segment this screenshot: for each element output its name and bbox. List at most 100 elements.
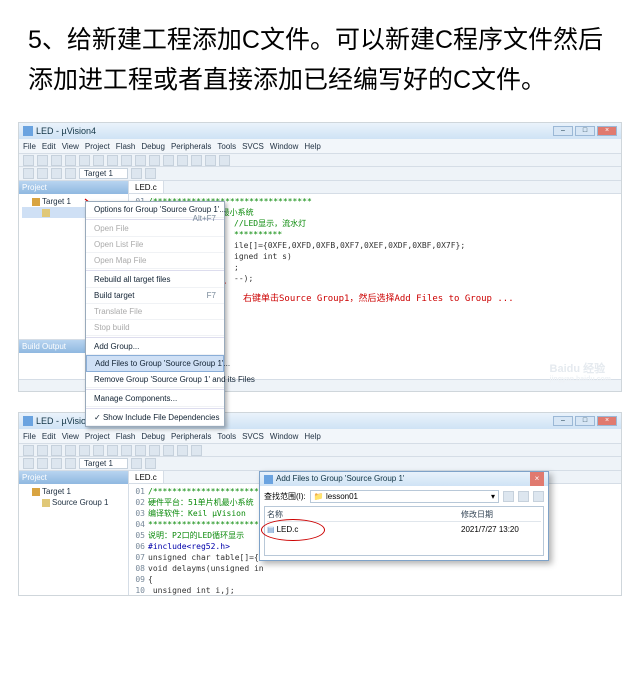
- ctx-stop[interactable]: Stop build: [86, 320, 224, 336]
- tool-button[interactable]: [37, 168, 48, 179]
- tool-button[interactable]: [145, 168, 156, 179]
- tool-button[interactable]: [107, 445, 118, 456]
- tool-button[interactable]: [191, 445, 202, 456]
- menu-peripherals[interactable]: Peripherals: [171, 432, 211, 441]
- maximize-button[interactable]: □: [575, 126, 595, 136]
- tool-button[interactable]: [51, 445, 62, 456]
- tool-button[interactable]: [79, 155, 90, 166]
- ctx-open-file[interactable]: Open File: [86, 221, 224, 237]
- ctx-rebuild[interactable]: Rebuild all target files: [86, 272, 224, 288]
- tool-button[interactable]: [93, 155, 104, 166]
- ctx-options[interactable]: Options for Group 'Source Group 1'... Al…: [86, 202, 224, 218]
- tool-button[interactable]: [163, 445, 174, 456]
- tool-button[interactable]: [65, 168, 76, 179]
- tool-button[interactable]: [149, 155, 160, 166]
- menu-svcs[interactable]: SVCS: [242, 142, 264, 151]
- editor-tab[interactable]: LED.c: [129, 181, 164, 193]
- menu-tools[interactable]: Tools: [217, 142, 236, 151]
- tool-button[interactable]: [65, 155, 76, 166]
- tool-button[interactable]: [135, 155, 146, 166]
- tool-button[interactable]: [37, 458, 48, 469]
- tool-button[interactable]: [205, 155, 216, 166]
- menu-file[interactable]: File: [23, 432, 36, 441]
- tool-button[interactable]: [163, 155, 174, 166]
- maximize-button[interactable]: □: [575, 416, 595, 426]
- ctx-build[interactable]: Build targetF7: [86, 288, 224, 304]
- tool-button[interactable]: [121, 445, 132, 456]
- ctx-remove-group[interactable]: Remove Group 'Source Group 1' and its Fi…: [86, 372, 224, 388]
- tool-button[interactable]: [131, 458, 142, 469]
- tool-button[interactable]: [51, 458, 62, 469]
- menubar: File Edit View Project Flash Debug Perip…: [19, 429, 621, 443]
- menu-view[interactable]: View: [62, 432, 79, 441]
- menu-project[interactable]: Project: [85, 432, 110, 441]
- tool-button[interactable]: [23, 445, 34, 456]
- menu-edit[interactable]: Edit: [42, 142, 56, 151]
- project-tree[interactable]: Target 1 Source Group 1: [19, 484, 128, 595]
- menu-debug[interactable]: Debug: [141, 142, 165, 151]
- look-in-dropdown[interactable]: 📁 lesson01 ▾: [310, 490, 499, 503]
- menu-flash[interactable]: Flash: [116, 142, 136, 151]
- menu-svcs[interactable]: SVCS: [242, 432, 264, 441]
- new-folder-button[interactable]: [518, 491, 529, 502]
- ctx-add-files[interactable]: Add Files to Group 'Source Group 1'...: [86, 355, 224, 372]
- tool-button[interactable]: [121, 155, 132, 166]
- tool-button[interactable]: [191, 155, 202, 166]
- file-list[interactable]: 名称 修改日期 ▤ LED.c 2021/7/27 13:20: [264, 506, 544, 556]
- menu-flash[interactable]: Flash: [116, 432, 136, 441]
- tool-button[interactable]: [37, 155, 48, 166]
- tool-button[interactable]: [135, 445, 146, 456]
- menu-file[interactable]: File: [23, 142, 36, 151]
- ctx-open-map[interactable]: Open Map File: [86, 253, 224, 269]
- ctx-manage[interactable]: Manage Components...: [86, 391, 224, 407]
- target-selector[interactable]: Target 1: [79, 168, 128, 179]
- tool-button[interactable]: [79, 445, 90, 456]
- tool-button[interactable]: [219, 155, 230, 166]
- editor-tab[interactable]: LED.c: [129, 471, 164, 483]
- dialog-close-button[interactable]: ×: [530, 472, 544, 486]
- up-button[interactable]: [503, 491, 514, 502]
- tool-button[interactable]: [51, 155, 62, 166]
- tool-button[interactable]: [177, 155, 188, 166]
- menu-window[interactable]: Window: [270, 432, 298, 441]
- target-selector[interactable]: Target 1: [79, 458, 128, 469]
- col-date[interactable]: 修改日期: [461, 509, 541, 520]
- menu-tools[interactable]: Tools: [217, 432, 236, 441]
- minimize-button[interactable]: –: [553, 416, 573, 426]
- menu-peripherals[interactable]: Peripherals: [171, 142, 211, 151]
- view-button[interactable]: [533, 491, 544, 502]
- close-button[interactable]: ×: [597, 416, 617, 426]
- file-entry[interactable]: ▤ LED.c 2021/7/27 13:20: [267, 525, 541, 534]
- ctx-translate[interactable]: Translate File: [86, 304, 224, 320]
- menu-project[interactable]: Project: [85, 142, 110, 151]
- ctx-open-list[interactable]: Open List File: [86, 237, 224, 253]
- tool-button[interactable]: [23, 458, 34, 469]
- menu-help[interactable]: Help: [304, 142, 320, 151]
- menu-debug[interactable]: Debug: [141, 432, 165, 441]
- tool-button[interactable]: [177, 445, 188, 456]
- tool-button[interactable]: [23, 168, 34, 179]
- tool-button[interactable]: [107, 155, 118, 166]
- tool-button[interactable]: [149, 445, 160, 456]
- ctx-add-group[interactable]: Add Group...: [86, 339, 224, 355]
- tool-button[interactable]: [93, 445, 104, 456]
- menu-view[interactable]: View: [62, 142, 79, 151]
- editor-tabstrip: LED.c: [129, 181, 621, 194]
- menu-window[interactable]: Window: [270, 142, 298, 151]
- tool-button[interactable]: [23, 155, 34, 166]
- file-date: 2021/7/27 13:20: [461, 525, 541, 534]
- tool-button[interactable]: [37, 445, 48, 456]
- tree-target[interactable]: Target 1: [22, 486, 125, 497]
- tool-button[interactable]: [131, 168, 142, 179]
- tool-button[interactable]: [51, 168, 62, 179]
- ctx-show-include[interactable]: ✓ Show Include File Dependencies: [86, 410, 224, 426]
- close-button[interactable]: ×: [597, 126, 617, 136]
- menu-edit[interactable]: Edit: [42, 432, 56, 441]
- tool-button[interactable]: [65, 458, 76, 469]
- menu-help[interactable]: Help: [304, 432, 320, 441]
- minimize-button[interactable]: –: [553, 126, 573, 136]
- tool-button[interactable]: [145, 458, 156, 469]
- tool-button[interactable]: [65, 445, 76, 456]
- tree-source-group[interactable]: Source Group 1: [22, 497, 125, 508]
- col-name[interactable]: 名称: [267, 509, 461, 520]
